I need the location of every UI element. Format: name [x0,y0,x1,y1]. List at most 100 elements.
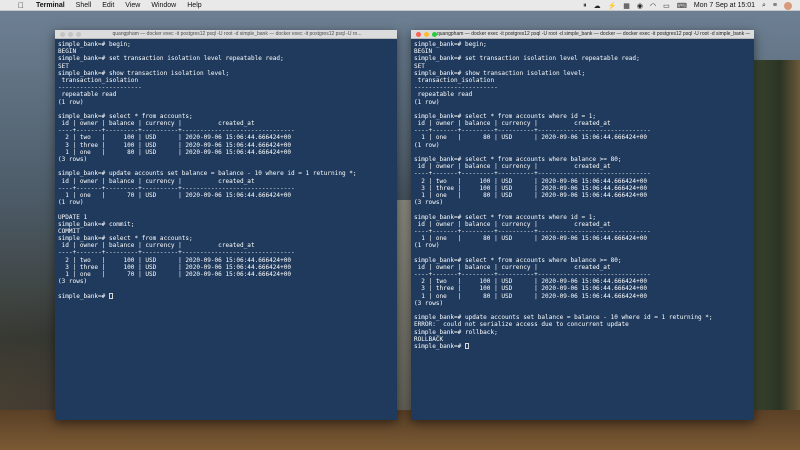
title-bar[interactable]: quangpham — docker exec -it postgres12 p… [55,30,397,39]
menu-help[interactable]: Help [187,2,201,9]
terminal-line: ----+-------+---------+----------+------… [58,127,295,135]
terminal-line: SET [58,62,69,70]
menu-app-name[interactable]: Terminal [36,2,65,9]
eye-icon[interactable]: ◉ [637,2,643,10]
cloud-icon[interactable]: ☁ [594,2,601,10]
terminal-line: (3 rows) [414,299,444,307]
minimize-button[interactable] [68,31,73,37]
pause-icon[interactable]: ⏸ [583,2,587,10]
terminal-line: id | owner | balance | currency | create… [414,220,611,228]
terminal-line: ----------------------- [414,84,498,92]
terminal-line: simple_bank=# update accounts set balanc… [58,170,357,178]
terminal-line: SET [414,62,425,70]
title-bar[interactable]: quangpham — docker exec -it postgres12 p… [411,30,754,39]
terminal-line: 2 | two | 100 | USD | 2020-09-06 15:06:4… [58,134,291,142]
terminal-line: 3 | three | 100 | USD | 2020-09-06 15:06… [414,285,647,293]
user-avatar[interactable] [784,1,792,10]
terminal-line: repeatable read [58,91,117,99]
control-center-icon[interactable]: ≡ [773,2,777,9]
terminal-line: 3 | three | 100 | USD | 2020-09-06 15:06… [58,141,291,149]
minimize-button[interactable] [424,31,429,37]
terminal-line: simple_bank=# begin; [58,41,131,48]
menu-view[interactable]: View [125,2,140,9]
terminal-line: id | owner | balance | currency | create… [58,242,255,250]
terminal-line: ----+-------+---------+----------+------… [414,170,651,178]
wifi-icon[interactable]: ◠ [650,2,656,10]
docker-whale-icon[interactable]: ▦ [623,2,630,10]
search-icon[interactable]: ⌕ [762,2,766,10]
battery-icon[interactable]: ▭ [663,2,670,10]
terminal-line: 1 | one | 80 | USD | 2020-09-06 15:06:44… [414,235,647,243]
terminal-output[interactable]: simple_bank=# begin; BEGIN simple_bank=# s… [411,39,754,350]
close-button[interactable] [416,31,421,37]
terminal-line: ----+-------+---------+----------+------… [58,184,295,192]
terminal-line: COMMIT [58,227,80,235]
terminal-line: 1 | one | 70 | USD | 2020-09-06 15:06:44… [58,271,291,278]
terminal-line: simple_bank=# begin; [414,41,487,48]
terminal-line: simple_bank=# select * from accounts whe… [414,112,597,120]
terminal-line: (1 row) [414,242,440,250]
menu-window[interactable]: Window [151,2,176,9]
terminal-line: (1 row) [414,98,440,106]
terminal-line: (3 rows) [58,156,88,163]
terminal-line: simple_bank=# set transaction isolation … [58,55,284,63]
terminal-line: simple_bank=# select * from accounts; [58,235,193,243]
terminal-output[interactable]: simple_bank=# begin; BEGIN simple_bank=# s… [55,39,397,300]
terminal-line: id | owner | balance | currency | create… [414,263,611,271]
wallpaper-forest [750,60,800,450]
terminal-line: simple_bank=# rollback; [414,328,498,336]
terminal-line: BEGIN [414,48,433,56]
terminal-window-left[interactable]: quangpham — docker exec -it postgres12 p… [55,30,397,420]
menu-bar:  Terminal Shell Edit View Window Help ⏸… [0,0,800,11]
menu-edit[interactable]: Edit [102,2,114,9]
terminal-line: BEGIN [58,48,77,56]
terminal-line: ----------------------- [58,84,142,92]
text-cursor [464,342,469,349]
terminal-line: UPDATE 1 [58,213,88,221]
terminal-line: 1 | one | 80 | USD | 2020-09-06 15:06:44… [414,191,647,199]
terminal-line: ERROR: could not serialize access due to… [414,321,629,329]
menu-shell[interactable]: Shell [76,2,92,9]
terminal-line: 1 | one | 80 | USD | 2020-09-06 15:06:44… [58,148,291,156]
terminal-line: simple_bank=# set transaction isolation … [414,55,640,63]
bolt-icon[interactable]: ⚡ [608,2,617,10]
terminal-line: simple_bank=# select * from accounts whe… [414,213,597,221]
terminal-line: 1 | one | 70 | USD | 2020-09-06 15:06:44… [58,191,291,199]
text-cursor [108,292,113,299]
terminal-window-right[interactable]: quangpham — docker exec -it postgres12 p… [411,30,754,420]
terminal-line: (3 rows) [58,278,88,286]
apple-menu-icon[interactable]:  [14,1,28,10]
terminal-line: simple_bank=# select * from accounts; [58,112,193,120]
terminal-line: ----+-------+---------+----------+------… [414,227,651,235]
terminal-line: simple_bank=# commit; [58,220,135,228]
terminal-line: 3 | three | 100 | USD | 2020-09-06 15:06… [414,184,647,192]
terminal-line: 2 | two | 100 | USD | 2020-09-06 15:06:4… [58,256,291,264]
terminal-line: simple_bank=# select * from accounts whe… [414,156,622,163]
terminal-line: 2 | two | 100 | USD | 2020-09-06 15:06:4… [414,278,647,286]
keyboard-icon[interactable]: ⌨ [677,2,687,10]
terminal-line: simple_bank=# show transaction isolation… [414,69,586,77]
window-title: quangpham — docker exec -it postgres12 p… [437,31,750,37]
clock[interactable]: Mon 7 Sep at 15:01 [694,2,755,9]
terminal-line: repeatable read [414,91,473,99]
terminal-line: id | owner | balance | currency | create… [58,120,255,128]
terminal-line: (1 row) [58,199,84,207]
terminal-line: (3 rows) [414,199,444,207]
terminal-line: simple_bank=# update accounts set balanc… [414,314,713,322]
status-area: ⏸ ☁ ⚡ ▦ ◉ ◠ ▭ ⌨ Mon 7 Sep at 15:01 ⌕ ≡ [583,0,792,11]
terminal-line: 2 | two | 100 | USD | 2020-09-06 15:06:4… [414,177,647,185]
terminal-line: id | owner | balance | currency | create… [414,163,611,171]
terminal-line: transaction_isolation [58,76,139,84]
close-button[interactable] [60,31,65,37]
terminal-line: ----+-------+---------+----------+------… [58,249,295,257]
terminal-line: id | owner | balance | currency | create… [58,177,255,185]
terminal-line: simple_bank=# show transaction isolation… [58,69,230,77]
